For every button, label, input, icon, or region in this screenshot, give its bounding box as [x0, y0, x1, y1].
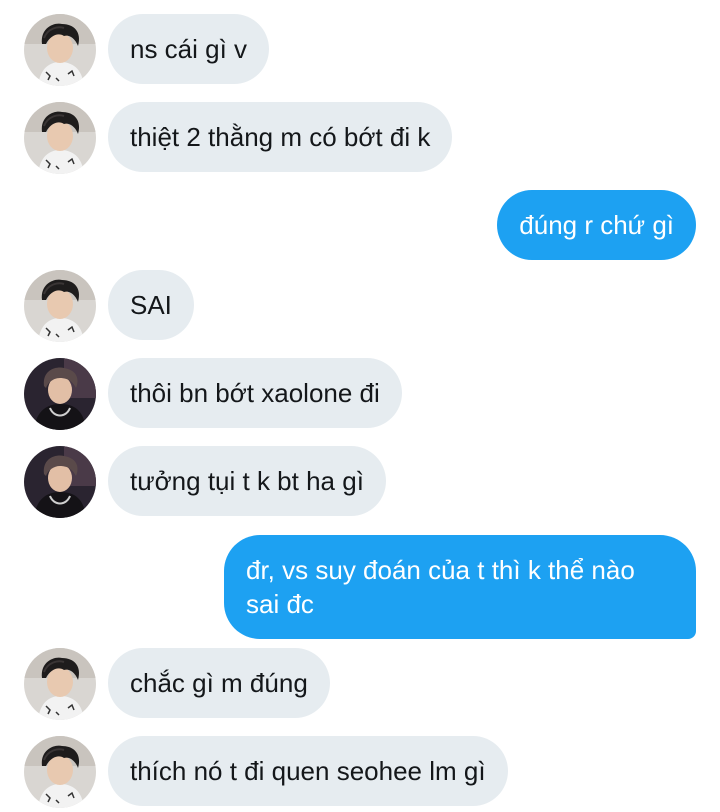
profile-photo-icon — [24, 446, 96, 518]
profile-photo-icon — [24, 736, 96, 808]
avatar[interactable] — [24, 648, 96, 720]
incoming-message-bubble[interactable]: chắc gì m đúng — [108, 648, 330, 718]
profile-photo-icon — [24, 358, 96, 430]
profile-photo-icon — [24, 14, 96, 86]
profile-photo-icon — [24, 102, 96, 174]
incoming-message-bubble[interactable]: tưởng tụi t k bt ha gì — [108, 446, 386, 516]
profile-photo-icon — [24, 270, 96, 342]
incoming-message-bubble[interactable]: thiệt 2 thằng m có bớt đi k — [108, 102, 453, 172]
incoming-message-bubble[interactable]: thôi bn bớt xaolone đi — [108, 358, 402, 428]
avatar[interactable] — [24, 736, 96, 808]
avatar[interactable] — [24, 270, 96, 342]
profile-photo-icon — [24, 648, 96, 720]
incoming-message-bubble[interactable]: SAI — [108, 270, 194, 340]
outgoing-message-bubble[interactable]: đúng r chứ gì — [497, 190, 696, 260]
avatar[interactable] — [24, 358, 96, 430]
incoming-message-bubble[interactable]: ns cái gì v — [108, 14, 270, 84]
outgoing-message-bubble[interactable]: đr, vs suy đoán của t thì k thể nào sai … — [224, 535, 696, 639]
incoming-message-bubble[interactable]: thích nó t đi quen seohee lm gì — [108, 736, 508, 806]
avatar[interactable] — [24, 446, 96, 518]
avatar[interactable] — [24, 14, 96, 86]
conversation-thread: ns cái gì v thiệt 2 thằng m có bớt đi k … — [0, 0, 720, 812]
avatar[interactable] — [24, 102, 96, 174]
